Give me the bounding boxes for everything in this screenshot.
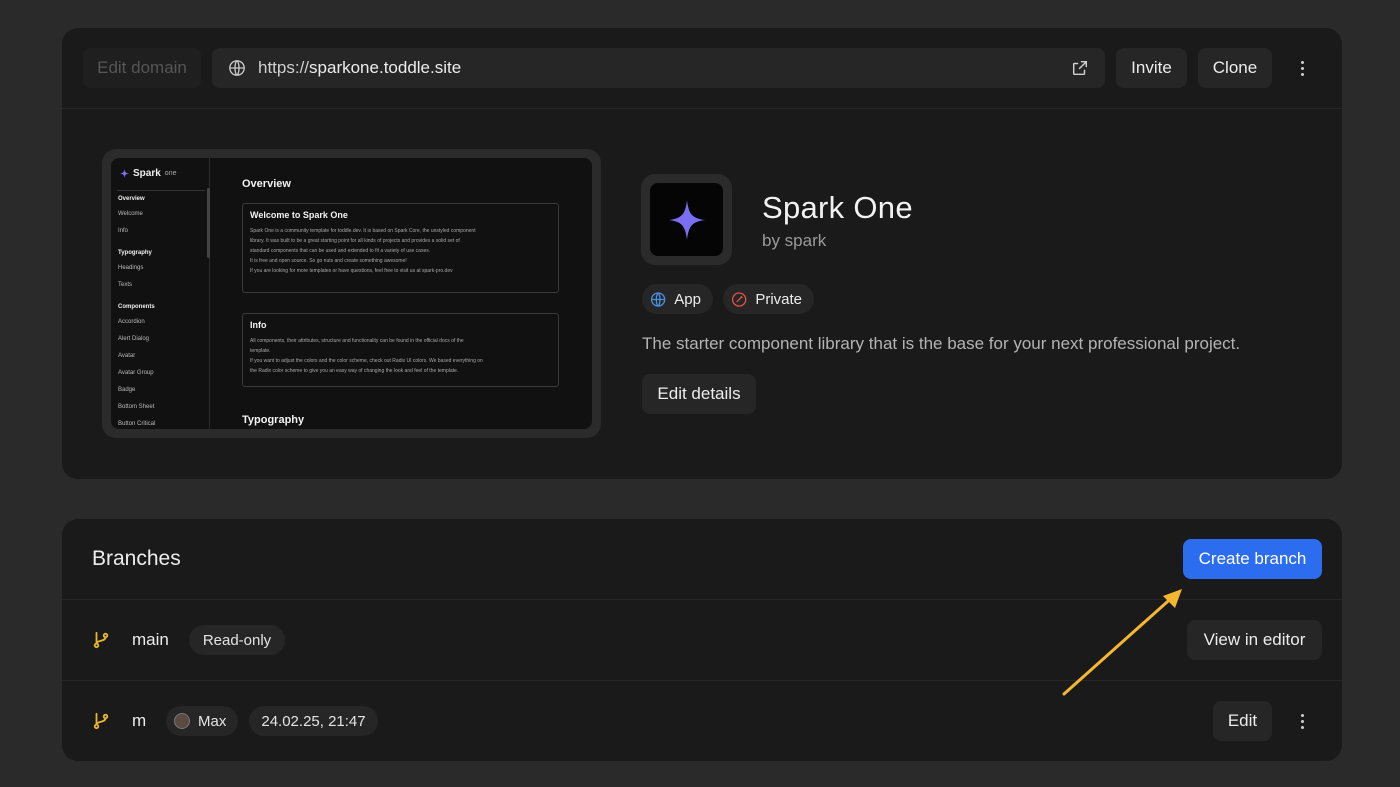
preview-text-line: the Radix color scheme to give you an ea… [250, 368, 459, 374]
external-link-icon[interactable] [1071, 59, 1089, 77]
git-branch-icon [93, 631, 109, 649]
branch-name: main [132, 630, 169, 649]
star-icon [120, 169, 129, 178]
branch-name: m [132, 711, 147, 730]
app-type-badge: App [642, 284, 713, 314]
globe-icon [650, 291, 666, 307]
preview-text-line: If you are looking for more templates or… [250, 268, 453, 274]
url-prefix: https:// [258, 58, 310, 77]
git-branch-icon [93, 712, 109, 730]
preview-box-title: Welcome to Spark One [250, 210, 348, 220]
avatar [174, 713, 190, 729]
project-preview[interactable]: Spark one Overview Welcome Info Typograph… [102, 149, 601, 438]
edit-details-button[interactable]: Edit details [642, 374, 756, 414]
preview-text-line: standard components that can be used and… [250, 248, 431, 254]
preview-nav-item: Badge [118, 387, 136, 393]
preview-text-line: Spark One is a community template for to… [250, 228, 476, 234]
annotation-arrow [1062, 589, 1182, 696]
preview-sidebar: Spark one Overview Welcome Info Typograph… [111, 158, 210, 429]
preview-brand: Spark [133, 168, 161, 179]
preview-text-line: If you want to adjust the colors and the… [250, 358, 483, 364]
edit-domain-button[interactable]: Edit domain [83, 48, 201, 88]
globe-icon [229, 60, 245, 76]
edit-branch-button[interactable]: Edit [1213, 701, 1272, 741]
preview-nav-item: Avatar Group [118, 370, 154, 376]
more-options-icon[interactable] [1290, 48, 1314, 88]
author-badge: Max [166, 706, 238, 736]
preview-info-box: Info All components, their attributes, s… [242, 313, 559, 387]
preview-nav-item: Info [118, 228, 129, 234]
view-in-editor-button[interactable]: View in editor [1187, 620, 1322, 660]
timestamp-badge: 24.02.25, 21:47 [249, 706, 378, 736]
preview-text-line: library. It was built to be a great star… [250, 238, 460, 244]
preview-nav-item: Alert Dialog [118, 336, 150, 342]
preview-nav-item: Bottom Sheet [118, 404, 155, 410]
project-author: by spark [762, 231, 827, 250]
preview-welcome-box: Welcome to Spark One Spark One is a comm… [242, 203, 559, 293]
preview-brand-suffix: one [164, 170, 177, 177]
project-description: The starter component library that is th… [642, 334, 1241, 353]
invite-button[interactable]: Invite [1116, 48, 1187, 88]
preview-nav-item: Components [118, 304, 155, 310]
preview-text-line: All components, their attributes, struct… [250, 338, 464, 344]
preview-nav-item: Button Critical [118, 421, 156, 427]
preview-screenshot: Spark one Overview Welcome Info Typograph… [111, 158, 592, 429]
preview-text-line: template. [250, 348, 271, 354]
app-icon [641, 174, 732, 265]
more-options-icon[interactable] [1290, 701, 1314, 741]
preview-nav-item: Typography [118, 250, 152, 256]
scrollbar [207, 188, 210, 258]
project-toolbar: Edit domain https://sparkone.toddle.site… [62, 28, 1342, 109]
create-branch-button[interactable]: Create branch [1183, 539, 1322, 579]
preview-heading: Typography [242, 414, 305, 426]
preview-box-title: Info [250, 320, 267, 330]
star-icon [668, 199, 705, 240]
preview-nav-item: Headings [118, 265, 144, 271]
read-only-badge: Read-only [189, 625, 285, 655]
url-bar[interactable]: https://sparkone.toddle.site [212, 48, 1105, 88]
clone-button[interactable]: Clone [1198, 48, 1272, 88]
project-title: Spark One [762, 190, 913, 225]
preview-heading: Overview [242, 178, 291, 190]
preview-nav-item: Accordion [118, 319, 145, 325]
branches-title: Branches [92, 547, 181, 570]
visibility-badge: Private [723, 284, 814, 314]
preview-nav-item: Overview [118, 196, 145, 202]
app-type-label: App [674, 290, 701, 308]
preview-logo: Spark one [120, 168, 176, 179]
author-name: Max [198, 712, 227, 730]
preview-nav-item: Welcome [118, 211, 143, 217]
preview-text-line: It is free and open source. So go nuts a… [250, 258, 407, 264]
private-icon [731, 291, 747, 307]
project-card: Edit domain https://sparkone.toddle.site… [62, 28, 1342, 479]
preview-nav-item: Texts [118, 282, 133, 288]
url-host: sparkone.toddle.site [309, 58, 462, 77]
preview-nav-item: Avatar [118, 353, 136, 359]
divider [117, 190, 205, 191]
visibility-label: Private [755, 290, 802, 308]
